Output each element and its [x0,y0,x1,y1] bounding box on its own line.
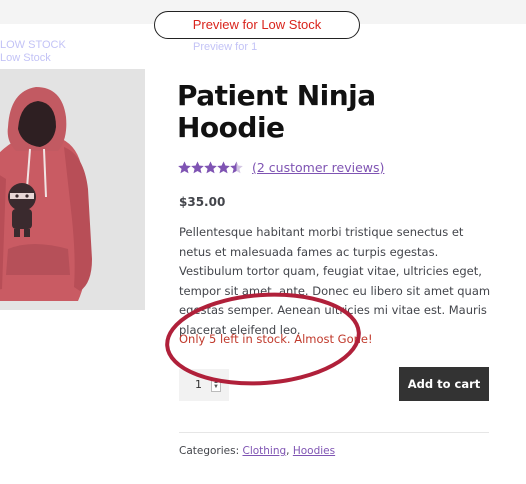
quantity-input[interactable]: 1 ▲ ▼ [179,369,229,401]
ghost-text: LOW STOCK [0,39,66,51]
product-price: $35.00 [179,195,226,209]
categories-label: Categories: [179,445,240,457]
quantity-value: 1 [195,378,202,391]
star-icon [178,161,191,173]
stock-message: Only 5 left in stock. Almost Gone! [179,332,373,346]
category-link-clothing[interactable]: Clothing [242,445,286,457]
product-title-line-2: Hoodie [177,111,285,144]
star-icon [230,161,243,173]
product-rating: (2 customer reviews) [178,158,384,176]
category-link-hoodies[interactable]: Hoodies [293,445,335,457]
product-title-line-1: Patient Ninja [177,79,376,112]
customer-reviews-link[interactable]: (2 customer reviews) [252,160,384,175]
star-icon [204,161,217,173]
hoodie-image [0,87,92,301]
divider [179,432,489,433]
ghost-text: Preview for 1 [193,41,258,53]
star-icon [191,161,204,173]
category-separator: , [286,445,290,457]
add-to-cart-button[interactable]: Add to cart [399,367,489,401]
spinner-icon[interactable]: ▲ ▼ [211,379,221,392]
product-description: Pellentesque habitant morbi tristique se… [179,225,491,337]
product-categories: Categories: Clothing, Hoodies [179,445,335,457]
ghost-text: Low Stock [0,52,51,64]
product-title: Patient Ninja Hoodie [177,80,417,144]
preview-low-stock-pill[interactable]: Preview for Low Stock [154,11,360,39]
star-rating [178,161,243,174]
star-icon [217,161,230,173]
product-image[interactable] [0,69,145,310]
